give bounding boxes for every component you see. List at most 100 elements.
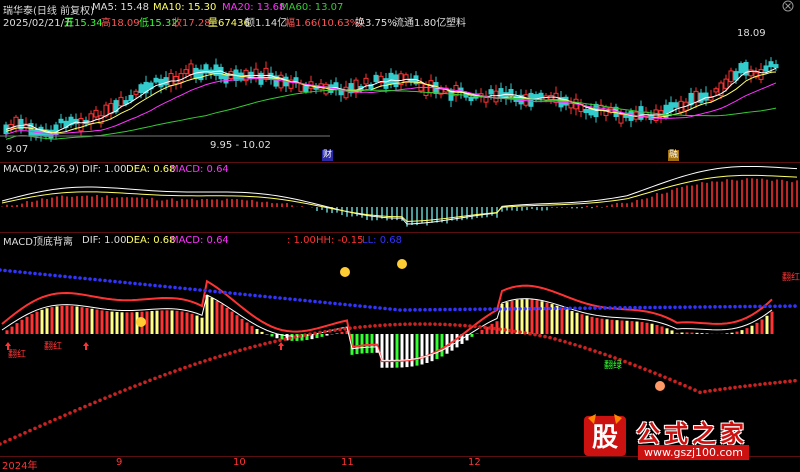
candle (694, 91, 698, 102)
trend-dot (493, 327, 497, 331)
trend-dot (498, 307, 502, 311)
divergence-bar (231, 312, 234, 334)
trend-dot (633, 364, 637, 368)
trend-dot (68, 411, 72, 415)
trend-dot (363, 305, 367, 309)
trend-dot (708, 305, 712, 309)
trend-dot (558, 339, 562, 343)
trend-dot (158, 284, 162, 288)
divergence-bar (16, 323, 19, 334)
trend-dot (698, 391, 702, 395)
trend-dot (138, 382, 142, 386)
candle (704, 93, 708, 100)
trend-dot (793, 379, 797, 383)
trend-dot (418, 308, 422, 312)
trend-dot (223, 353, 227, 357)
trend-dot (668, 306, 672, 310)
divergence-bar (216, 301, 219, 334)
trend-dot (18, 433, 22, 437)
candle (134, 91, 138, 94)
divergence-bar (151, 311, 154, 334)
trend-dot (328, 301, 332, 305)
trend-dot (573, 306, 577, 310)
trend-dot (473, 307, 477, 311)
divergence-bar (696, 333, 699, 334)
trend-dot (183, 366, 187, 370)
arrow-up-icon (278, 342, 284, 350)
trend-dot (688, 386, 692, 390)
divergence-bar (731, 333, 734, 334)
candle (724, 79, 728, 88)
divergence-bar (666, 328, 669, 334)
divergence-bar (196, 316, 199, 334)
trend-dot (628, 306, 632, 310)
trend-dot (618, 306, 622, 310)
divergence-bar (426, 334, 429, 363)
trend-dot (323, 330, 327, 334)
trend-dot (348, 303, 352, 307)
trend-dot (3, 269, 7, 273)
divergence-bar (276, 334, 279, 338)
trend-dot (773, 381, 777, 385)
trend-dot (358, 304, 362, 308)
divergence-bar (441, 334, 444, 357)
trend-dot (268, 341, 272, 345)
divergence-bar (396, 334, 399, 368)
trend-dot (73, 409, 77, 413)
trend-dot (643, 306, 647, 310)
candle (179, 74, 183, 82)
trend-dot (518, 330, 522, 334)
trend-dot (253, 344, 257, 348)
margin-marker[interactable]: 融 (668, 150, 679, 161)
trend-dot (423, 322, 427, 326)
trend-dot (13, 435, 17, 439)
finance-marker[interactable]: 财 (322, 150, 333, 161)
trend-dot (333, 302, 337, 306)
trend-dot (543, 307, 547, 311)
divergence-bar (31, 314, 34, 334)
trend-dot (308, 332, 312, 336)
trend-dot (188, 364, 192, 368)
candle (734, 72, 738, 80)
trend-dot (28, 429, 32, 433)
trend-dot (623, 360, 627, 364)
trend-dot (688, 305, 692, 309)
candle (154, 78, 158, 82)
trend-dot (483, 326, 487, 330)
divergence-bar (596, 318, 599, 334)
trend-dot (248, 293, 252, 297)
candle (374, 75, 378, 81)
trend-dot (43, 273, 47, 277)
divergence-bar (706, 333, 709, 334)
brand-url[interactable]: www.gszj100.com (638, 445, 749, 460)
trend-dot (368, 305, 372, 309)
trend-dot (133, 282, 137, 286)
trend-dot (283, 297, 287, 301)
trend-dot (123, 388, 127, 392)
trend-dot (93, 278, 97, 282)
divergence-bar (581, 314, 584, 334)
divergence-bar (671, 330, 674, 334)
x-axis-label: 10 (233, 457, 246, 468)
trend-dot (603, 353, 607, 357)
trend-dot (323, 301, 327, 305)
trend-dot (743, 305, 747, 309)
trend-dot (403, 308, 407, 312)
trend-dot (718, 388, 722, 392)
divergence-bar (686, 332, 689, 334)
trend-dot (98, 278, 102, 282)
divergence-bar (166, 310, 169, 334)
divergence-bar (111, 312, 114, 334)
trend-dot (243, 293, 247, 297)
trend-dot (713, 305, 717, 309)
divergence-bar (386, 334, 389, 368)
trend-dot (13, 270, 17, 274)
price-chart[interactable] (0, 0, 800, 162)
trend-dot (753, 383, 757, 387)
macd-chart[interactable] (0, 163, 800, 233)
divergence-bar (531, 300, 534, 334)
trend-dot (278, 338, 282, 342)
divergence-bar (616, 320, 619, 334)
trend-dot (423, 308, 427, 312)
panel-divider (0, 232, 800, 233)
